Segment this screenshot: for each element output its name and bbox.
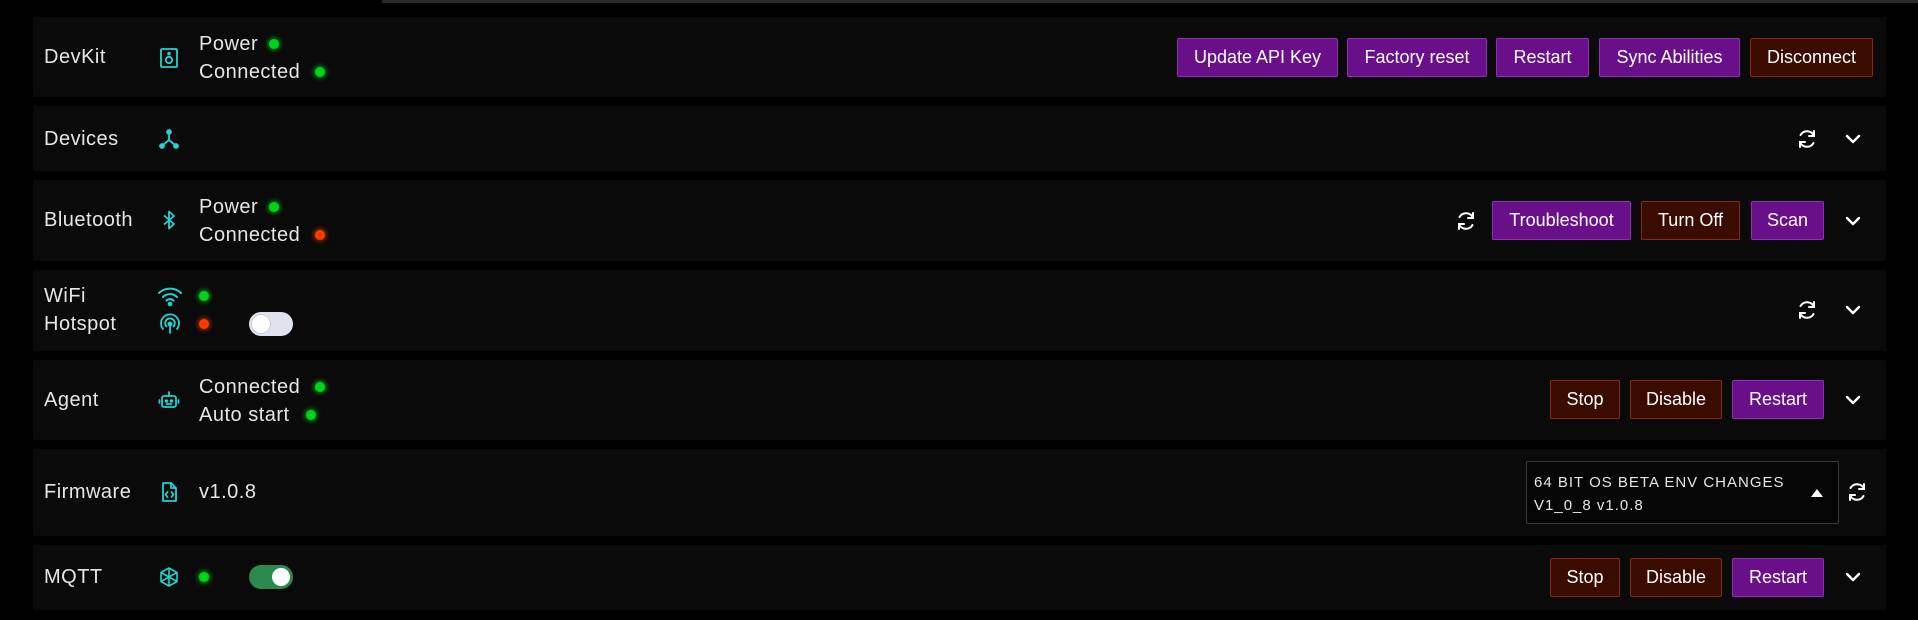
speaker-icon (158, 47, 180, 69)
mqtt-indicator (199, 572, 209, 582)
agent-disable-button[interactable]: Disable (1630, 380, 1722, 419)
bluetooth-card: Bluetooth Power Connected Troubleshoot T… (33, 180, 1886, 261)
bluetooth-connected-label: Connected (199, 224, 301, 246)
wifi-indicator (199, 291, 209, 301)
factory-reset-button[interactable]: Factory reset (1347, 38, 1487, 77)
devices-refresh-icon[interactable] (1795, 127, 1819, 151)
firmware-version: v1.0.8 (199, 481, 257, 503)
firmware-refresh-icon[interactable] (1845, 480, 1869, 504)
firmware-version-select[interactable]: 64 BIT OS BETA ENV CHANGES V1_0_8 v1.0.8 (1526, 461, 1839, 524)
devices-card: Devices (33, 106, 1886, 171)
agent-card: Agent Connected Auto start Stop Disable … (33, 360, 1886, 440)
mqtt-card: MQTT Stop Disable Restart (33, 545, 1886, 610)
devices-label: Devices (44, 128, 119, 150)
devkit-card: DevKit Power Connected Update API Key Fa… (33, 17, 1886, 97)
devkit-connected-label: Connected (199, 61, 301, 83)
firmware-select-line2: V1_0_8 v1.0.8 (1534, 497, 1644, 514)
sync-abilities-button[interactable]: Sync Abilities (1599, 38, 1740, 77)
agent-chevron-down-icon[interactable] (1841, 388, 1865, 412)
mqtt-toggle[interactable] (249, 565, 293, 589)
devices-chevron-down-icon[interactable] (1841, 127, 1865, 151)
mqtt-label: MQTT (44, 566, 103, 588)
mqtt-icon (158, 566, 180, 588)
agent-autostart-label: Auto start (199, 404, 290, 426)
firmware-select-line1: 64 BIT OS BETA ENV CHANGES (1534, 474, 1785, 491)
troubleshoot-button[interactable]: Troubleshoot (1492, 201, 1631, 240)
agent-connected-indicator (315, 382, 325, 392)
mqtt-disable-button[interactable]: Disable (1630, 558, 1722, 597)
top-divider (382, 0, 1918, 3)
disconnect-button[interactable]: Disconnect (1750, 38, 1873, 77)
update-api-key-button[interactable]: Update API Key (1177, 38, 1338, 77)
bluetooth-chevron-down-icon[interactable] (1841, 209, 1865, 233)
hotspot-icon (159, 313, 181, 335)
wifi-label: WiFi (44, 285, 86, 307)
hotspot-toggle[interactable] (249, 312, 293, 336)
devkit-power-label: Power (199, 33, 259, 55)
bluetooth-label: Bluetooth (44, 209, 134, 231)
wifi-icon (157, 285, 183, 307)
wifi-refresh-icon[interactable] (1795, 298, 1819, 322)
robot-icon (158, 389, 180, 411)
devkit-restart-button[interactable]: Restart (1496, 38, 1589, 77)
wifi-chevron-down-icon[interactable] (1841, 298, 1865, 322)
bluetooth-power-indicator (269, 202, 279, 212)
bluetooth-power-label: Power (199, 196, 259, 218)
network-icon (158, 128, 180, 150)
bluetooth-icon (158, 209, 180, 231)
devkit-power-indicator (269, 39, 279, 49)
mqtt-stop-button[interactable]: Stop (1550, 558, 1620, 597)
file-code-icon (158, 481, 180, 503)
agent-stop-button[interactable]: Stop (1550, 380, 1620, 419)
turn-off-button[interactable]: Turn Off (1641, 201, 1740, 240)
wifi-card: WiFi Hotspot (33, 270, 1886, 351)
agent-autostart-indicator (306, 410, 316, 420)
agent-label: Agent (44, 389, 99, 411)
bluetooth-connected-indicator (315, 230, 325, 240)
devkit-label: DevKit (44, 46, 106, 68)
mqtt-restart-button[interactable]: Restart (1732, 558, 1824, 597)
agent-connected-label: Connected (199, 376, 301, 398)
hotspot-label: Hotspot (44, 313, 117, 335)
mqtt-chevron-down-icon[interactable] (1841, 565, 1865, 589)
hotspot-indicator (199, 319, 209, 329)
agent-restart-button[interactable]: Restart (1732, 380, 1824, 419)
caret-up-icon[interactable] (1811, 489, 1823, 497)
firmware-label: Firmware (44, 481, 132, 503)
devkit-connected-indicator (315, 67, 325, 77)
scan-button[interactable]: Scan (1751, 201, 1824, 240)
bluetooth-refresh-icon[interactable] (1454, 209, 1478, 233)
